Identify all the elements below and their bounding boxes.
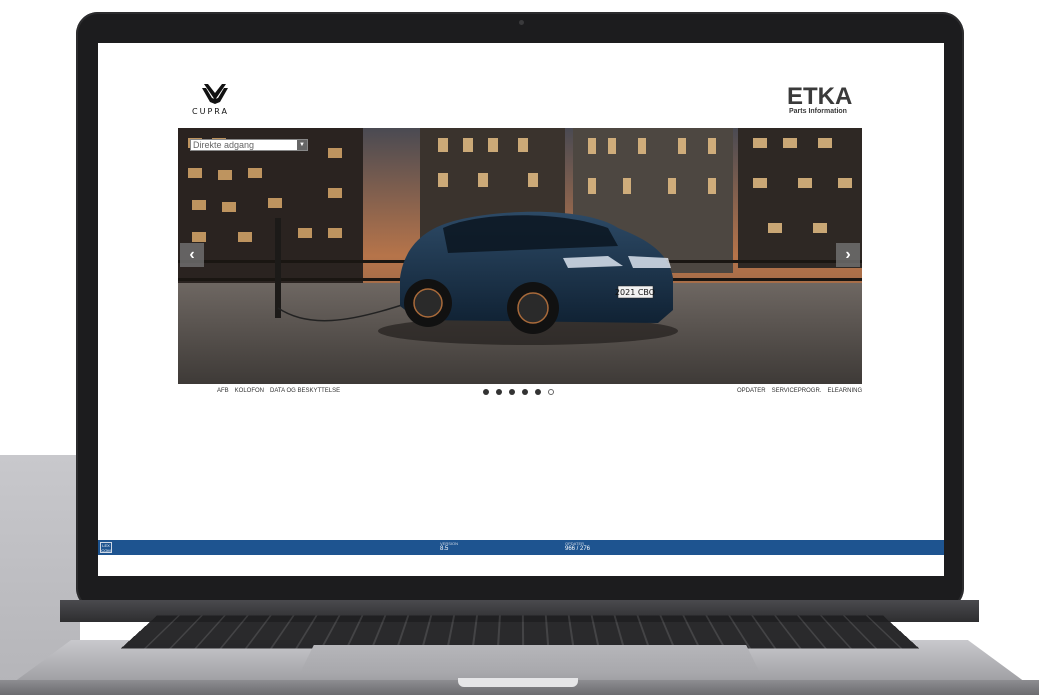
- carousel-dot[interactable]: [483, 389, 489, 395]
- lexcom-logo: LEX COM: [100, 542, 112, 553]
- carousel-dot[interactable]: [522, 389, 528, 395]
- etka-title: ETKA: [787, 83, 853, 110]
- laptop-notch: [458, 678, 578, 687]
- direct-access-dropdown[interactable]: Direkte adgang ▼: [190, 139, 308, 151]
- carousel-dot[interactable]: [535, 389, 541, 395]
- touchpad: [300, 645, 760, 673]
- link-opdater[interactable]: OPDATER: [737, 388, 766, 394]
- hero-carousel-image: 2021 CBO: [178, 128, 862, 384]
- carousel-dot-active[interactable]: [548, 389, 554, 395]
- carousel-prev-button[interactable]: ‹: [180, 243, 204, 267]
- update-value: 966 / 276: [565, 546, 591, 552]
- footer-links-left: AFB KOLOFON DATA OG BESKYTTELSE: [217, 388, 340, 394]
- chevron-left-icon: ‹: [189, 246, 195, 263]
- status-bar: LEX COM VERSION 8.5 OPDATER 966 / 276: [98, 540, 944, 555]
- direct-access-value: Direkte adgang: [193, 140, 255, 150]
- link-data-og-beskyttelse[interactable]: DATA OG BESKYTTELSE: [270, 388, 340, 394]
- link-serviceprogr[interactable]: SERVICEPROGR.: [772, 388, 822, 394]
- cupra-wordmark: CUPRA: [192, 107, 229, 116]
- app-screen: CUPRA ETKA Parts Information 2021 CBO Di…: [98, 43, 944, 576]
- chevron-right-icon: ›: [845, 246, 851, 263]
- chevron-down-icon[interactable]: ▼: [297, 140, 307, 150]
- link-afb[interactable]: AFB: [217, 388, 229, 394]
- footer-links-right: OPDATER SERVICEPROGR. ELEARNING: [737, 388, 862, 394]
- webcam: [519, 20, 524, 25]
- carousel-next-button[interactable]: ›: [836, 243, 860, 267]
- keyboard: [121, 615, 919, 649]
- version-value: 8.5: [440, 546, 449, 552]
- carousel-dot[interactable]: [496, 389, 502, 395]
- link-elearning[interactable]: ELEARNING: [827, 388, 862, 394]
- license-plate: 2021 CBO: [615, 288, 655, 297]
- etka-subtitle: Parts Information: [789, 108, 847, 115]
- carousel-dots: [483, 389, 554, 395]
- carousel-dot[interactable]: [509, 389, 515, 395]
- link-kolofon[interactable]: KOLOFON: [235, 388, 264, 394]
